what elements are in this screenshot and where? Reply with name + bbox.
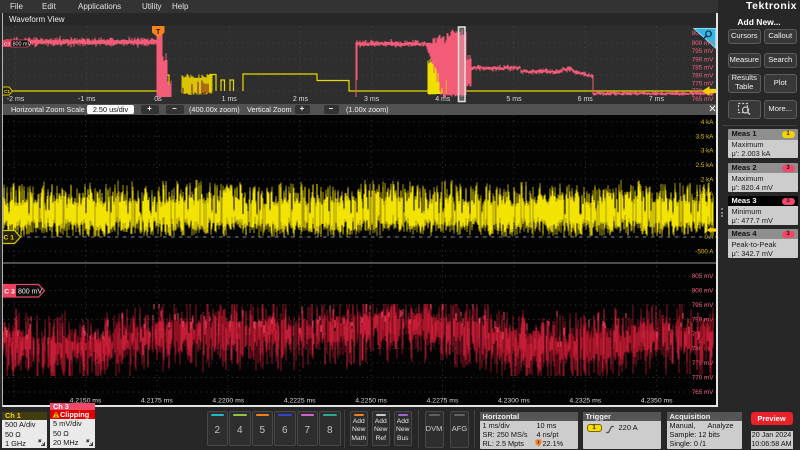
svg-text:4.2300 ms: 4.2300 ms bbox=[498, 398, 530, 405]
svg-text:C 1: C 1 bbox=[3, 235, 14, 242]
svg-text:805 mV: 805 mV bbox=[692, 273, 715, 280]
svg-text:4.2200 ms: 4.2200 ms bbox=[212, 398, 244, 405]
svg-text:4.2175 ms: 4.2175 ms bbox=[141, 398, 173, 405]
svg-text:3 ms: 3 ms bbox=[364, 96, 380, 103]
svg-text:785 mV: 785 mV bbox=[692, 64, 715, 71]
svg-text:790 mV: 790 mV bbox=[692, 56, 715, 63]
svg-text:765 mV: 765 mV bbox=[692, 389, 715, 396]
svg-text:C1: C1 bbox=[4, 89, 10, 94]
svg-text:-1 ms: -1 ms bbox=[78, 96, 96, 103]
svg-text:6 ms: 6 ms bbox=[578, 96, 594, 103]
svg-text:3.5 kA: 3.5 kA bbox=[696, 133, 715, 140]
svg-text:-500 A: -500 A bbox=[695, 249, 714, 256]
svg-text:800 mV: 800 mV bbox=[13, 42, 32, 48]
svg-text:2 ms: 2 ms bbox=[293, 96, 309, 103]
svg-text:7 ms: 7 ms bbox=[649, 96, 665, 103]
svg-text:4.2250 ms: 4.2250 ms bbox=[355, 398, 387, 405]
svg-text:1 ms: 1 ms bbox=[222, 96, 238, 103]
svg-text:800 mV: 800 mV bbox=[692, 40, 715, 47]
svg-text:5 ms: 5 ms bbox=[506, 96, 522, 103]
svg-text:T: T bbox=[156, 29, 161, 36]
svg-text:3 kA: 3 kA bbox=[701, 148, 714, 155]
svg-text:795 mV: 795 mV bbox=[692, 302, 715, 309]
svg-text:4 kA: 4 kA bbox=[701, 119, 714, 126]
svg-text:C3: C3 bbox=[4, 41, 10, 47]
svg-text:4.2350 ms: 4.2350 ms bbox=[641, 398, 673, 405]
svg-text:795 mV: 795 mV bbox=[692, 48, 715, 55]
svg-text:800 mV: 800 mV bbox=[692, 288, 715, 295]
svg-text:800 mV: 800 mV bbox=[18, 289, 42, 296]
svg-text:4.2225 ms: 4.2225 ms bbox=[284, 398, 316, 405]
svg-text:-2 ms: -2 ms bbox=[7, 96, 25, 103]
svg-text:2 kA: 2 kA bbox=[701, 176, 714, 183]
svg-text:0s: 0s bbox=[154, 96, 162, 103]
svg-text:C 3: C 3 bbox=[4, 289, 15, 296]
svg-text:4.2325 ms: 4.2325 ms bbox=[569, 398, 601, 405]
svg-text:765 mV: 765 mV bbox=[692, 96, 715, 103]
svg-text:780 mV: 780 mV bbox=[692, 73, 715, 80]
svg-text:4 ms: 4 ms bbox=[435, 96, 451, 103]
svg-text:775 mV: 775 mV bbox=[692, 80, 715, 87]
svg-text:4.2275 ms: 4.2275 ms bbox=[427, 398, 459, 405]
svg-text:2.5 kA: 2.5 kA bbox=[696, 162, 715, 169]
